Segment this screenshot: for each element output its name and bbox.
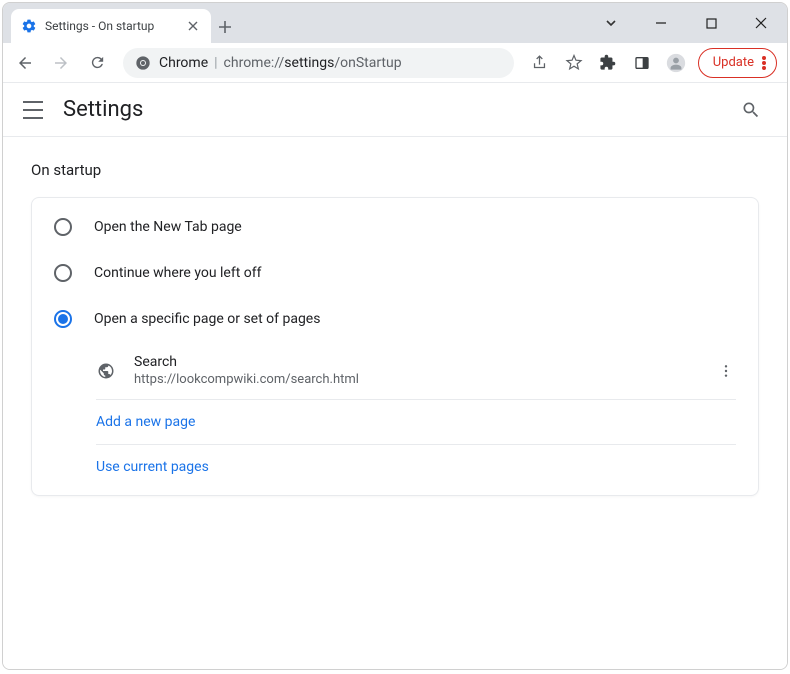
profile-icon[interactable] — [660, 47, 692, 79]
radio-option-specific[interactable]: Open a specific page or set of pages — [32, 296, 758, 342]
browser-toolbar: Chrome|chrome://settings/onStartup Updat… — [3, 43, 787, 83]
forward-button[interactable] — [45, 47, 77, 79]
bookmark-icon[interactable] — [558, 47, 590, 79]
page-content: Settings On startup Open the New Tab pag… — [3, 83, 787, 669]
close-icon[interactable] — [185, 18, 201, 34]
menu-icon[interactable] — [23, 101, 43, 119]
toolbar-right: Update — [524, 47, 781, 79]
startup-page-item: Search https://lookcompwiki.com/search.h… — [96, 342, 736, 400]
search-icon[interactable] — [735, 94, 767, 126]
settings-header: Settings — [3, 83, 787, 137]
back-button[interactable] — [9, 47, 41, 79]
new-tab-button[interactable] — [211, 11, 239, 43]
more-icon[interactable] — [716, 361, 736, 381]
add-page-link[interactable]: Add a new page — [96, 400, 736, 445]
browser-tab[interactable]: Settings - On startup — [11, 9, 211, 43]
globe-icon — [96, 361, 116, 381]
close-window-button[interactable] — [739, 6, 783, 40]
page-title: Settings — [63, 97, 143, 122]
update-button[interactable]: Update — [698, 48, 777, 78]
sidepanel-icon[interactable] — [626, 47, 658, 79]
radio-label: Continue where you left off — [94, 265, 262, 281]
chrome-icon — [135, 55, 151, 71]
page-info: Search https://lookcompwiki.com/search.h… — [134, 354, 698, 387]
page-url: https://lookcompwiki.com/search.html — [134, 372, 698, 387]
startup-card: Open the New Tab page Continue where you… — [31, 197, 759, 496]
radio-icon — [54, 310, 72, 328]
titlebar: Settings - On startup — [3, 3, 787, 43]
address-text: Chrome|chrome://settings/onStartup — [159, 55, 502, 71]
radio-label: Open a specific page or set of pages — [94, 311, 320, 327]
gear-icon — [21, 18, 37, 34]
browser-window: Settings - On startup — [2, 2, 788, 670]
more-icon — [762, 61, 766, 65]
settings-body: On startup Open the New Tab page Continu… — [3, 137, 787, 520]
page-name: Search — [134, 354, 698, 370]
radio-label: Open the New Tab page — [94, 219, 242, 235]
use-current-pages-link[interactable]: Use current pages — [96, 445, 736, 489]
reload-button[interactable] — [81, 47, 113, 79]
minimize-button[interactable] — [639, 6, 683, 40]
share-icon[interactable] — [524, 47, 556, 79]
startup-pages-list: Search https://lookcompwiki.com/search.h… — [96, 342, 736, 489]
update-label: Update — [713, 55, 754, 70]
address-bar[interactable]: Chrome|chrome://settings/onStartup — [123, 48, 514, 78]
chevron-down-icon[interactable] — [589, 6, 633, 40]
section-title: On startup — [31, 161, 759, 179]
window-controls — [589, 3, 787, 43]
radio-option-new-tab[interactable]: Open the New Tab page — [32, 204, 758, 250]
radio-icon — [54, 264, 72, 282]
radio-option-continue[interactable]: Continue where you left off — [32, 250, 758, 296]
extensions-icon[interactable] — [592, 47, 624, 79]
radio-icon — [54, 218, 72, 236]
tab-title: Settings - On startup — [45, 19, 177, 33]
maximize-button[interactable] — [689, 6, 733, 40]
